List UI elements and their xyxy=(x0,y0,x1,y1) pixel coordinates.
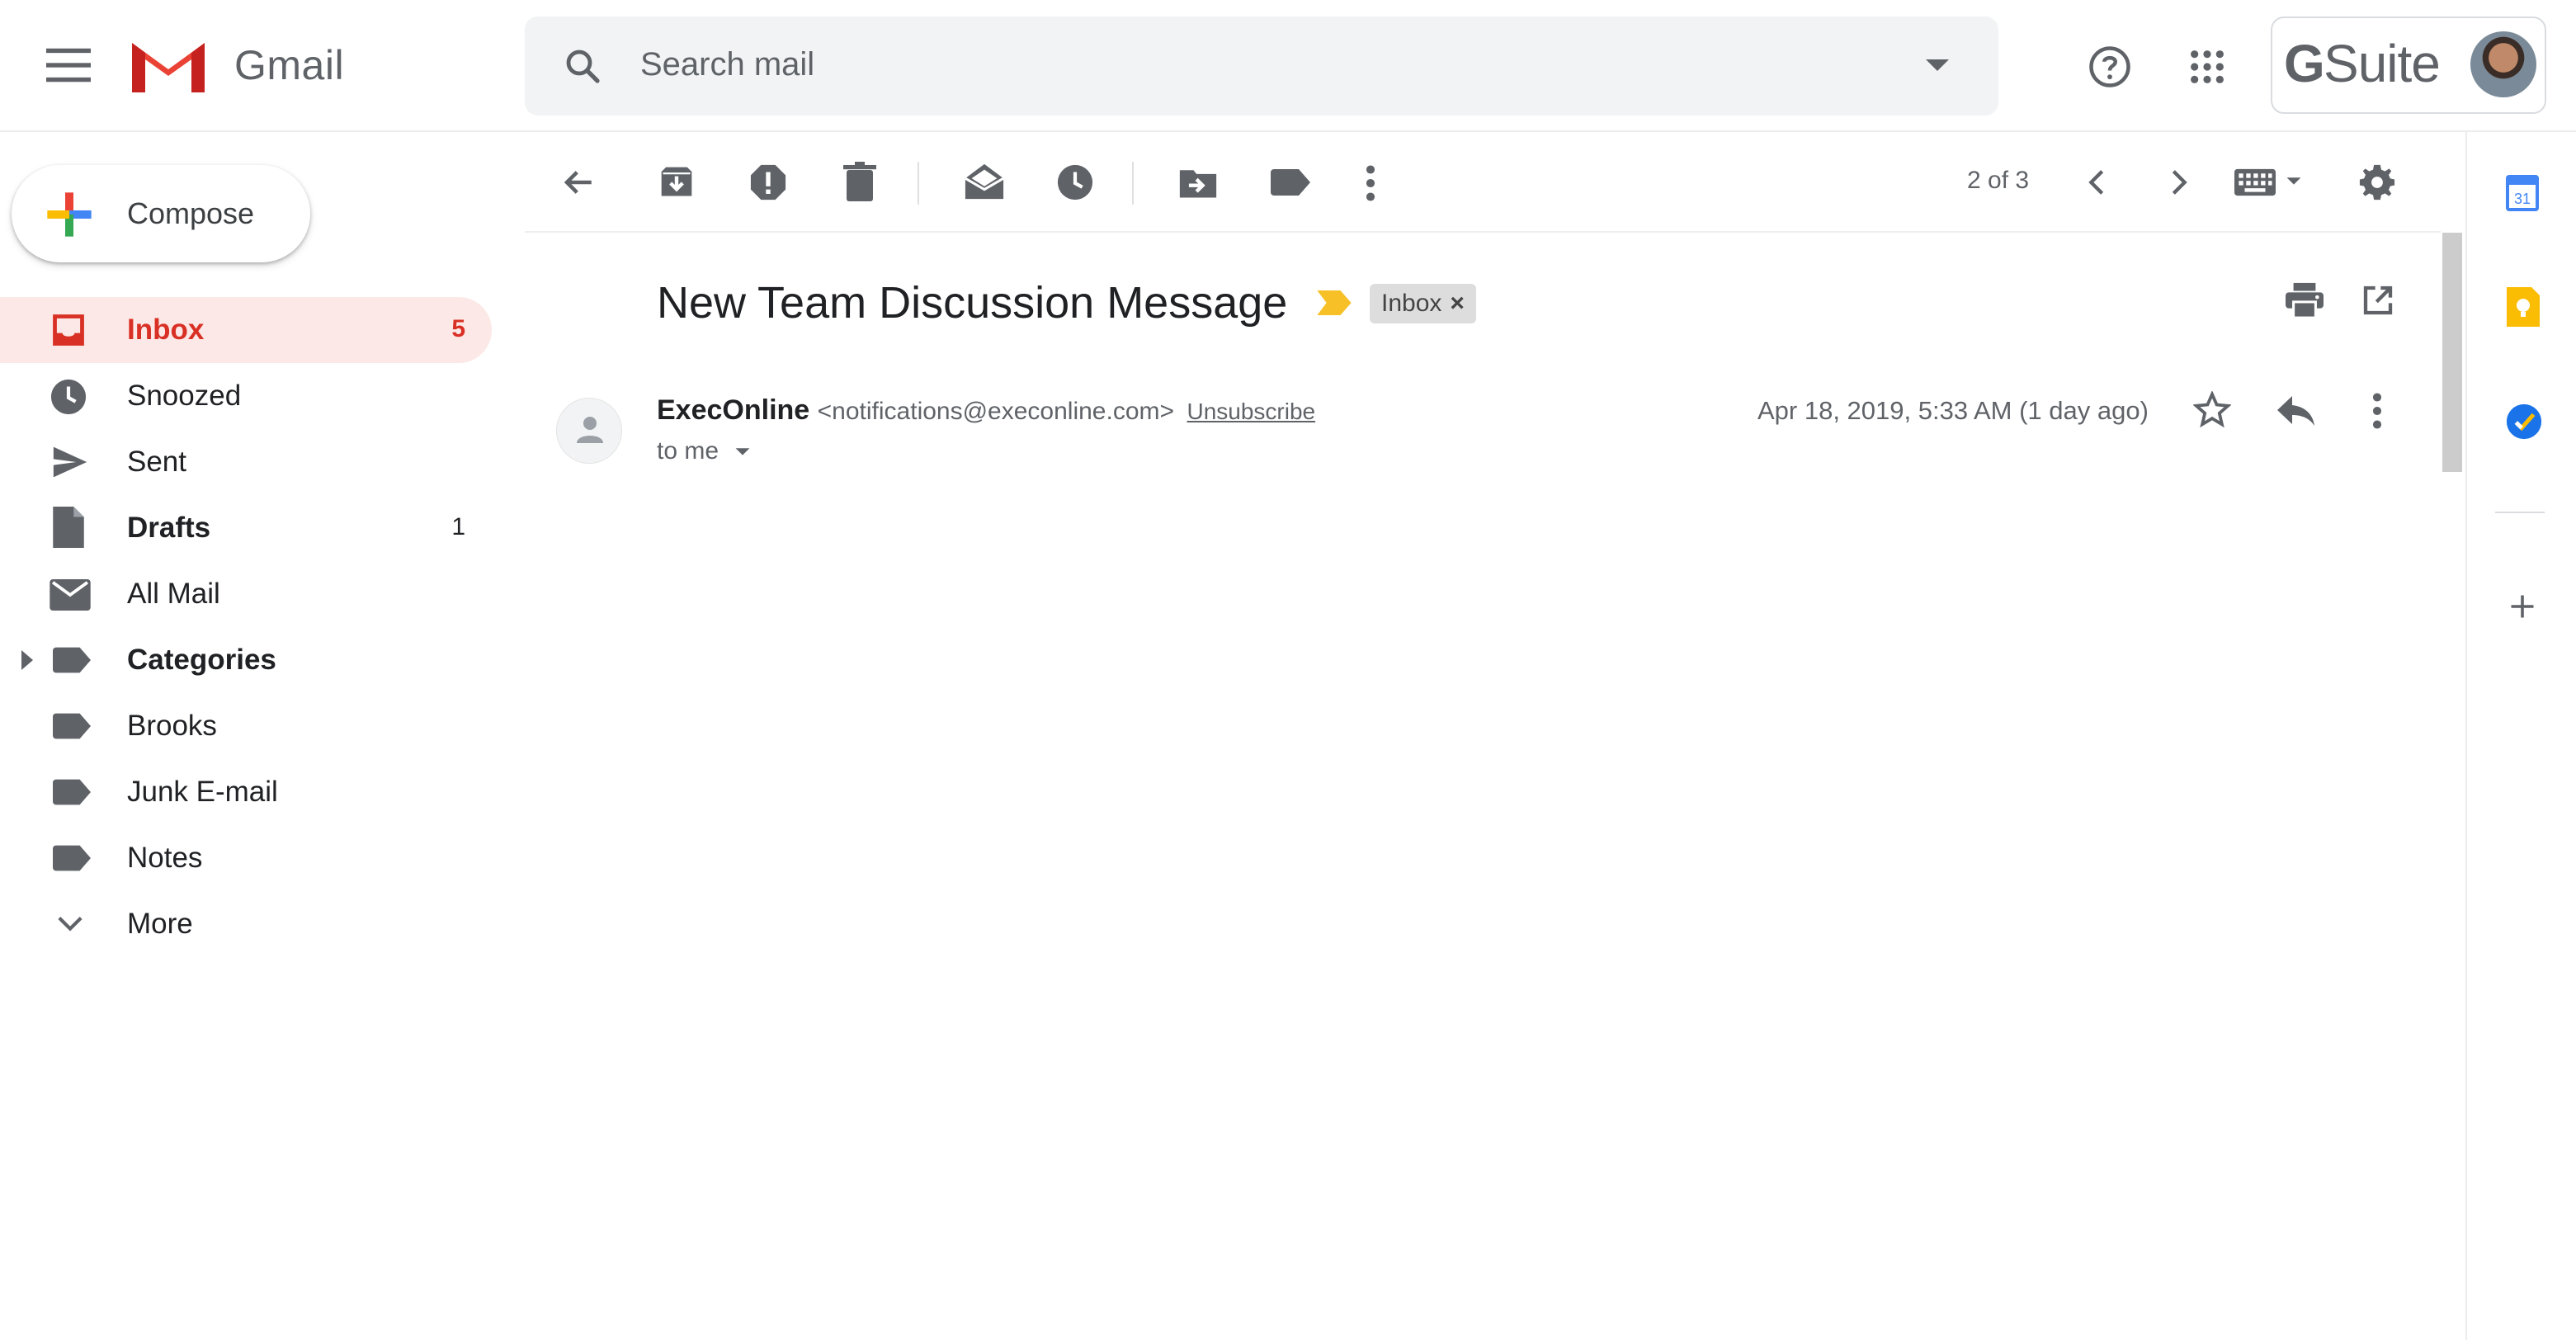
sender-line: ExecOnline <notifications@execonline.com… xyxy=(657,394,1315,427)
side-panel: 31 xyxy=(2465,132,2576,1340)
label-icon xyxy=(53,779,91,805)
mail-icon xyxy=(50,579,91,611)
main-menu-icon[interactable] xyxy=(46,46,91,84)
recipient-label: to me xyxy=(657,437,719,465)
keep-icon[interactable] xyxy=(2507,287,2540,327)
sidebar-item-label: Inbox xyxy=(127,314,205,346)
show-details-dropdown-icon[interactable] xyxy=(734,447,751,457)
search-input[interactable]: Search mail xyxy=(640,46,814,83)
star-icon[interactable] xyxy=(2193,391,2231,429)
sidebar-item-junk-email[interactable]: Junk E-mail xyxy=(0,759,492,825)
message-more-icon[interactable] xyxy=(2371,393,2383,429)
sidebar-item-label: All Mail xyxy=(127,578,220,610)
sidebar-item-label: Junk E-mail xyxy=(127,776,278,808)
chevron-down-icon xyxy=(58,916,83,932)
side-panel-divider xyxy=(2495,512,2545,513)
compose-plus-icon xyxy=(45,190,94,239)
person-icon xyxy=(577,415,603,445)
settings-gear-icon[interactable] xyxy=(2358,163,2396,201)
label-chip-text: Inbox xyxy=(1381,290,1442,317)
sidebar-item-all-mail[interactable]: All Mail xyxy=(0,561,492,627)
chevron-left-icon[interactable] xyxy=(2088,170,2106,195)
chevron-right-icon[interactable] xyxy=(2170,170,2188,195)
sidebar-item-sent[interactable]: Sent xyxy=(0,429,492,495)
message-date: Apr 18, 2019, 5:33 AM (1 day ago) xyxy=(1757,396,2149,425)
message-subject: New Team Discussion Message xyxy=(657,278,1288,328)
importance-marker-icon[interactable] xyxy=(1317,290,1352,315)
app-name[interactable]: Gmail xyxy=(234,41,344,89)
gsuite-logo-g: G xyxy=(2284,34,2325,93)
unread-count: 5 xyxy=(451,315,465,342)
archive-icon[interactable] xyxy=(658,163,695,201)
draft-count: 1 xyxy=(451,513,465,540)
remove-label-button[interactable]: × xyxy=(1450,290,1465,317)
toolbar-divider-line xyxy=(525,231,2441,233)
sender-name[interactable]: ExecOnline xyxy=(657,394,809,426)
sidebar-item-label: Categories xyxy=(127,644,276,676)
sender-avatar[interactable] xyxy=(556,398,622,464)
avatar[interactable] xyxy=(2470,31,2536,97)
gsuite-logo-text: Suite xyxy=(2324,34,2441,93)
calendar-icon[interactable]: 31 xyxy=(2505,175,2540,211)
delete-icon[interactable] xyxy=(843,162,876,201)
search-icon[interactable] xyxy=(563,46,602,86)
label-icon xyxy=(53,845,91,871)
scrollbar-thumb[interactable] xyxy=(2442,233,2462,472)
sidebar-item-label: Notes xyxy=(127,842,203,874)
sidebar-item-snoozed[interactable]: Snoozed xyxy=(0,363,492,429)
compose-button[interactable]: Compose xyxy=(12,165,310,262)
label-chip-inbox[interactable]: Inbox × xyxy=(1370,284,1476,323)
keyboard-icon[interactable] xyxy=(2234,168,2276,196)
sidebar-item-brooks[interactable]: Brooks xyxy=(0,693,492,759)
move-to-icon[interactable] xyxy=(1178,165,1218,200)
search-options-dropdown-icon[interactable] xyxy=(1924,58,1951,74)
inbox-icon xyxy=(50,312,87,348)
toolbar-divider xyxy=(918,162,919,205)
unsubscribe-link[interactable]: Unsubscribe xyxy=(1187,399,1315,424)
input-tools-dropdown-icon[interactable] xyxy=(2286,177,2302,186)
top-bar: Gmail Search mail G Suite xyxy=(0,0,2576,132)
help-icon[interactable] xyxy=(2088,45,2132,89)
sidebar-item-label: Sent xyxy=(127,446,186,478)
sidebar-item-notes[interactable]: Notes xyxy=(0,825,492,891)
sender-email: <notifications@execonline.com> xyxy=(817,398,1175,425)
label-icon xyxy=(53,647,91,673)
sidebar-item-label: Snoozed xyxy=(127,380,242,412)
sidebar-item-label: More xyxy=(127,908,193,940)
gmail-logo-icon[interactable] xyxy=(129,36,208,96)
report-spam-icon[interactable] xyxy=(749,163,787,201)
reply-icon[interactable] xyxy=(2276,394,2315,427)
tasks-icon[interactable] xyxy=(2505,403,2543,441)
sidebar-item-more[interactable]: More xyxy=(0,891,492,957)
clock-icon xyxy=(50,378,87,416)
add-addon-plus-icon[interactable] xyxy=(2510,594,2535,619)
back-arrow-icon[interactable] xyxy=(561,165,596,200)
sidebar-item-categories[interactable]: Categories xyxy=(0,627,492,693)
label-icon xyxy=(53,713,91,739)
draft-icon xyxy=(53,507,84,548)
sidebar-item-inbox[interactable]: Inbox 5 xyxy=(0,297,492,363)
search-bar[interactable]: Search mail xyxy=(525,17,1998,116)
compose-label: Compose xyxy=(127,196,255,230)
toolbar-divider xyxy=(1132,162,1134,205)
sidebar-item-drafts[interactable]: Drafts 1 xyxy=(0,495,492,561)
snooze-clock-icon[interactable] xyxy=(1056,163,1094,201)
sidebar-item-label: Brooks xyxy=(127,710,217,742)
more-vert-icon[interactable] xyxy=(1365,165,1376,201)
print-icon[interactable] xyxy=(2286,282,2324,318)
sidebar-item-label: Drafts xyxy=(127,512,211,544)
account-switcher[interactable]: G Suite xyxy=(2271,17,2546,114)
apps-grid-icon[interactable] xyxy=(2188,48,2226,86)
label-as-icon[interactable] xyxy=(1271,168,1310,196)
calendar-day-number: 31 xyxy=(2514,191,2531,207)
open-in-new-window-icon[interactable] xyxy=(2361,284,2394,317)
pagination-label: 2 of 3 xyxy=(1967,167,2030,194)
expand-arrow-icon[interactable] xyxy=(21,650,33,670)
send-icon xyxy=(51,444,89,480)
mark-unread-icon[interactable] xyxy=(964,162,1005,201)
